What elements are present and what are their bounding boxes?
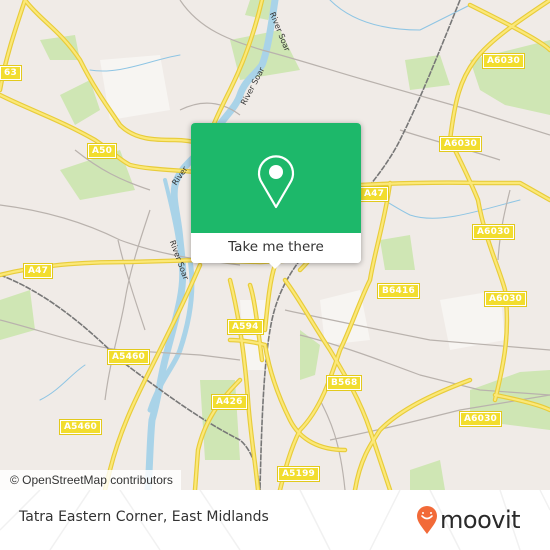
road-label-a594: A594 xyxy=(227,319,264,335)
road-label-a6030: A6030 xyxy=(438,136,483,152)
road-label-a50: A50 xyxy=(86,143,118,159)
footer-bar: Tatra Eastern Corner, East Midlands moov… xyxy=(0,490,550,550)
road-label-b568: B568 xyxy=(325,375,363,391)
road-label-a6030: A6030 xyxy=(471,224,516,240)
map-view[interactable]: A6030 63 A6030 A50 A47 A6030 A47 B6416 A… xyxy=(0,0,550,490)
moovit-pin-icon xyxy=(417,506,437,534)
road-label-a6030: A6030 xyxy=(458,411,503,427)
road-label-a6030: A6030 xyxy=(483,291,528,307)
road-label-a5460: A5460 xyxy=(58,419,103,435)
road-label-a6030: A6030 xyxy=(481,53,526,69)
take-me-there-button[interactable]: Take me there xyxy=(191,233,361,263)
road-label-a5199: A5199 xyxy=(276,466,321,482)
road-label-a426: A426 xyxy=(211,394,248,410)
road-label-a47: A47 xyxy=(22,263,54,279)
road-label-a5460: A5460 xyxy=(106,349,151,365)
road-label-a563: 63 xyxy=(0,65,22,81)
popup-header xyxy=(191,123,361,233)
road-label-b6416: B6416 xyxy=(377,283,420,299)
place-name: Tatra Eastern Corner, East Midlands xyxy=(19,509,269,525)
popup-pointer xyxy=(267,261,283,269)
road-label-a47: A47 xyxy=(358,186,390,202)
moovit-wordmark: moovit xyxy=(440,506,521,534)
map-attribution[interactable]: © OpenStreetMap contributors xyxy=(0,470,181,490)
moovit-logo[interactable]: moovit xyxy=(416,503,521,537)
location-popup: Take me there xyxy=(191,123,361,269)
location-pin-icon xyxy=(257,155,295,209)
